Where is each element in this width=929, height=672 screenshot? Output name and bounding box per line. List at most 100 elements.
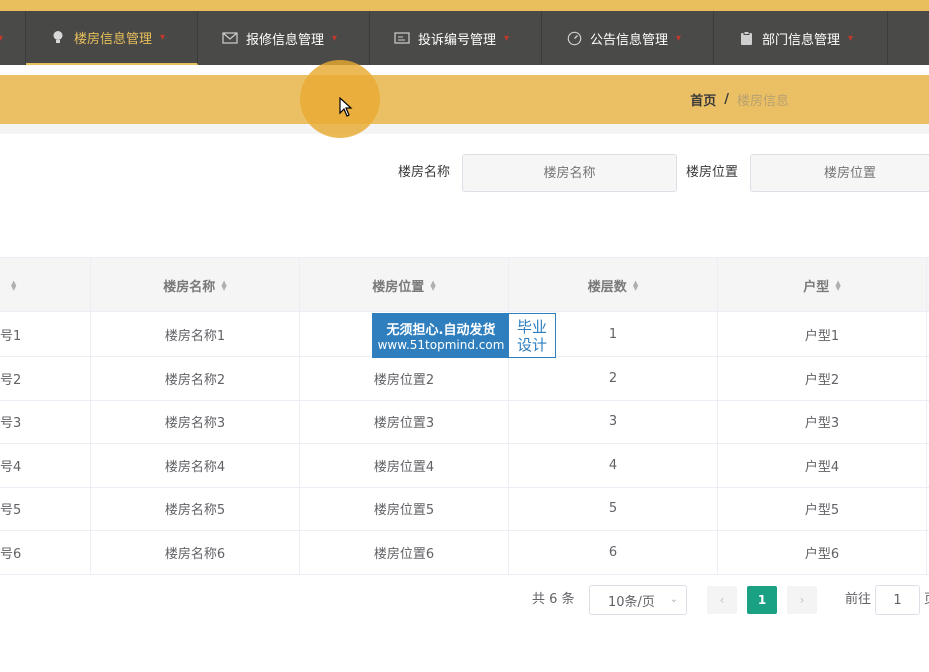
watermark-tag: 毕业 设计 <box>509 314 555 357</box>
mouse-pointer-icon <box>339 96 353 121</box>
watermark-url: www.51topmind.com <box>377 338 505 352</box>
cell-floors: 6 <box>509 531 718 574</box>
breadcrumb-bar <box>0 75 929 124</box>
table-header: ▲ ▼ 楼房名称 ▲ ▼ 楼房位置 ▲ ▼ 楼层数 ▲ ▼ 户型 ▲ ▼ <box>0 257 929 313</box>
cell-code: 号1 <box>0 313 91 356</box>
compass-icon <box>566 30 582 46</box>
cell-name: 楼房名称5 <box>91 487 300 530</box>
card-icon <box>394 30 410 46</box>
chevron-down-icon: ▾ <box>160 31 166 43</box>
column-header-code[interactable]: ▲ ▼ <box>0 258 91 313</box>
cell-location: 楼房位置4 <box>300 444 509 487</box>
nav-item-partial[interactable]: ▾ <box>0 11 26 65</box>
nav-item-building[interactable]: 楼房信息管理 ▾ <box>26 11 198 65</box>
nav-item-repair[interactable]: 报修信息管理 ▾ <box>198 11 370 65</box>
cell-code: 号5 <box>0 487 91 530</box>
column-header-label: 户型 <box>803 280 830 295</box>
column-header-type[interactable]: 户型 ▲ ▼ <box>718 258 927 313</box>
top-accent-strip <box>0 0 929 11</box>
goto-suffix: 页 <box>924 585 929 615</box>
cell-code: 号4 <box>0 444 91 487</box>
cell-name: 楼房名称4 <box>91 444 300 487</box>
nav-item-label: 公告信息管理 <box>590 32 669 48</box>
cell-name: 楼房名称1 <box>91 313 300 356</box>
watermark-slogan: 无须担心.自动发货 <box>386 323 496 338</box>
breadcrumb-separator: / <box>724 92 729 107</box>
cell-code: 号6 <box>0 531 91 574</box>
sort-icon[interactable]: ▲ ▼ <box>11 279 16 291</box>
table-row[interactable]: 号6 楼房名称6 楼房位置6 6 户型6 <box>0 531 929 575</box>
chevron-down-icon: ▾ <box>332 32 338 44</box>
chevron-down-icon: ⌄ <box>669 594 678 605</box>
table-row[interactable]: 号4 楼房名称4 楼房位置4 4 户型4 <box>0 444 929 488</box>
cell-location: 楼房位置2 <box>300 357 509 400</box>
cell-floors: 3 <box>509 400 718 443</box>
nav-item-label: 报修信息管理 <box>246 32 325 48</box>
page-size-select[interactable]: 10条/页 ⌄ <box>589 585 687 615</box>
mail-icon <box>222 30 238 46</box>
nav-item-notice[interactable]: 公告信息管理 ▾ <box>542 11 714 65</box>
sort-icon[interactable]: ▲ ▼ <box>430 279 435 291</box>
watermark-tag-line2: 设计 <box>516 335 547 354</box>
building-name-input[interactable] <box>462 154 677 192</box>
cell-location: 楼房位置3 <box>300 400 509 443</box>
nav-item-complaint[interactable]: 投诉编号管理 ▾ <box>370 11 542 65</box>
nav-item-label: 楼房信息管理 <box>74 31 153 47</box>
cell-type: 户型5 <box>718 487 927 530</box>
clipboard-icon <box>738 30 754 46</box>
nav-item-department[interactable]: 部门信息管理 ▾ <box>714 11 888 65</box>
column-header-label: 楼层数 <box>587 280 627 295</box>
pagination-total: 共 6 条 <box>532 592 575 607</box>
breadcrumb: 首页 / 楼房信息 <box>690 75 789 124</box>
cell-code: 号2 <box>0 357 91 400</box>
nav-item-label: 部门信息管理 <box>762 32 841 48</box>
breadcrumb-current: 楼房信息 <box>736 94 789 109</box>
column-header-floors[interactable]: 楼层数 ▲ ▼ <box>509 258 718 313</box>
chevron-down-icon: ▾ <box>676 32 682 44</box>
chevron-down-icon: ▾ <box>504 32 510 44</box>
cell-floors: 5 <box>509 487 718 530</box>
cell-type: 户型2 <box>718 357 927 400</box>
goto-page-input[interactable] <box>875 585 920 615</box>
top-navbar: ▾ 楼房信息管理 ▾ 报修信息管理 ▾ 投诉编号管理 ▾ 公告信息管理 ▾ 部门… <box>0 11 929 65</box>
bulb-icon <box>50 29 66 45</box>
content-top-gap <box>0 124 929 134</box>
cell-location: 楼房位置5 <box>300 487 509 530</box>
breadcrumb-home[interactable]: 首页 <box>690 90 716 109</box>
cell-name: 楼房名称2 <box>91 357 300 400</box>
cell-code: 号3 <box>0 400 91 443</box>
column-header-label: 楼房位置 <box>372 280 425 295</box>
building-location-label: 楼房位置 <box>686 165 739 180</box>
cell-type: 户型3 <box>718 400 927 443</box>
watermark-text: 无须担心.自动发货 www.51topmind.com <box>373 314 509 357</box>
goto-label: 前往 <box>845 592 872 607</box>
sort-icon[interactable]: ▲ ▼ <box>835 279 840 291</box>
table-row[interactable]: 号3 楼房名称3 楼房位置3 3 户型3 <box>0 400 929 444</box>
nav-item-label: 投诉编号管理 <box>418 32 497 48</box>
prev-page-button[interactable]: ‹ <box>707 586 737 614</box>
watermark-tag-line1: 毕业 <box>516 317 547 336</box>
cell-type: 户型1 <box>718 313 927 356</box>
table-row[interactable]: 号2 楼房名称2 楼房位置2 2 户型2 <box>0 357 929 401</box>
column-header-name[interactable]: 楼房名称 ▲ ▼ <box>91 258 300 313</box>
chevron-down-icon: ▾ <box>848 32 854 44</box>
cell-floors: 4 <box>509 444 718 487</box>
column-header-label: 楼房名称 <box>163 280 216 295</box>
building-name-label: 楼房名称 <box>398 165 451 180</box>
cell-type: 户型6 <box>718 531 927 574</box>
cell-name: 楼房名称3 <box>91 400 300 443</box>
column-header-location[interactable]: 楼房位置 ▲ ▼ <box>300 258 509 313</box>
table-row[interactable]: 号5 楼房名称5 楼房位置5 5 户型5 <box>0 487 929 531</box>
next-page-button[interactable]: › <box>787 586 817 614</box>
building-location-input[interactable] <box>750 154 929 192</box>
cell-location: 楼房位置6 <box>300 531 509 574</box>
cell-name: 楼房名称6 <box>91 531 300 574</box>
watermark-badge: 无须担心.自动发货 www.51topmind.com 毕业 设计 <box>372 313 556 358</box>
page-size-value: 10条/页 <box>608 594 655 610</box>
sort-icon[interactable]: ▲ ▼ <box>221 279 226 291</box>
sort-icon[interactable]: ▲ ▼ <box>633 279 638 291</box>
chevron-down-icon: ▾ <box>0 32 4 44</box>
cell-type: 户型4 <box>718 444 927 487</box>
cell-floors: 2 <box>509 357 718 400</box>
page-button-current[interactable]: 1 <box>747 586 777 614</box>
